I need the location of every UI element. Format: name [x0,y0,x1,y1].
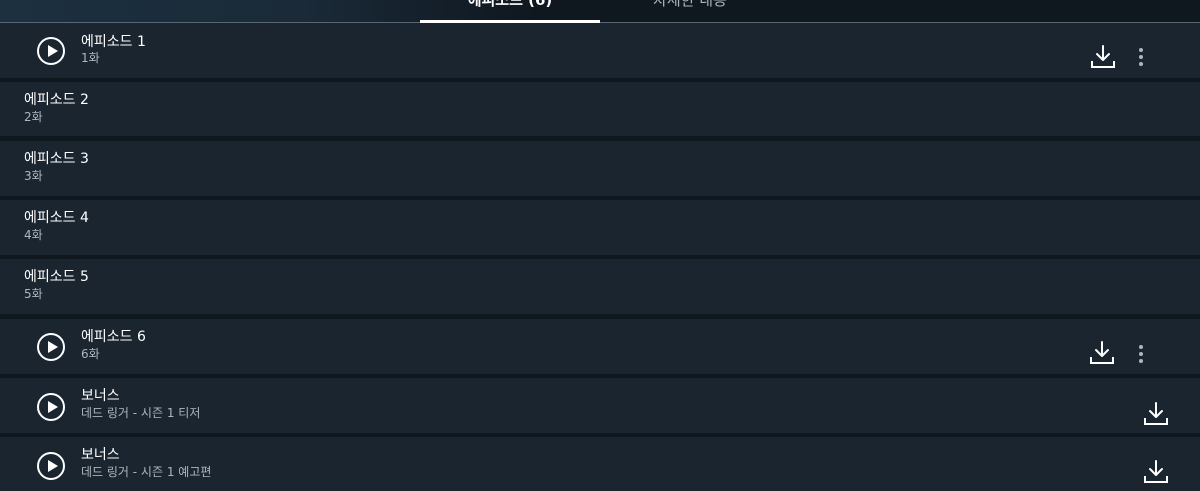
episode-subtitle: 2화 [24,110,43,124]
more-vertical-icon[interactable] [1138,47,1144,67]
episode-subtitle: 4화 [24,228,43,242]
play-icon[interactable] [37,37,65,65]
bonus-row[interactable]: 보너스 데드 링거 - 시즌 1 예고편 [0,437,1200,491]
bonus-row[interactable]: 보너스 데드 링거 - 시즌 1 티저 [0,378,1200,433]
download-icon[interactable] [1143,401,1169,427]
tab-details[interactable]: 자세한 내용 [600,0,780,22]
download-icon[interactable] [1143,459,1169,485]
episode-title: 에피소드 6 [81,329,146,345]
play-icon[interactable] [37,393,65,421]
episode-title: 보너스 [81,447,120,463]
episode-subtitle: 5화 [24,287,43,301]
episode-subtitle: 6화 [81,347,100,361]
episode-row[interactable]: 에피소드 6 6화 [0,319,1200,374]
episode-title: 에피소드 5 [24,269,89,285]
episode-title: 에피소드 3 [24,151,89,167]
episode-row[interactable]: 에피소드 5 5화 [0,259,1200,314]
episode-subtitle: 1화 [81,51,100,65]
download-icon[interactable] [1089,340,1115,366]
episode-subtitle: 데드 링거 - 시즌 1 티저 [81,406,201,420]
episode-title: 에피소드 4 [24,210,89,226]
episode-row[interactable]: 에피소드 1 1화 [0,23,1200,78]
episode-subtitle: 3화 [24,169,43,183]
tab-episodes[interactable]: 에피소드 (6) [420,0,600,22]
play-icon[interactable] [37,452,65,480]
play-icon[interactable] [37,333,65,361]
episode-subtitle: 데드 링거 - 시즌 1 예고편 [81,465,212,479]
more-vertical-icon[interactable] [1138,344,1144,364]
episode-title: 보너스 [81,388,120,404]
episode-row[interactable]: 에피소드 2 2화 [0,82,1200,136]
episode-row[interactable]: 에피소드 4 4화 [0,200,1200,255]
download-icon[interactable] [1090,44,1116,70]
episode-row[interactable]: 에피소드 3 3화 [0,141,1200,196]
episode-title: 에피소드 2 [24,92,89,108]
episode-title: 에피소드 1 [81,34,146,50]
